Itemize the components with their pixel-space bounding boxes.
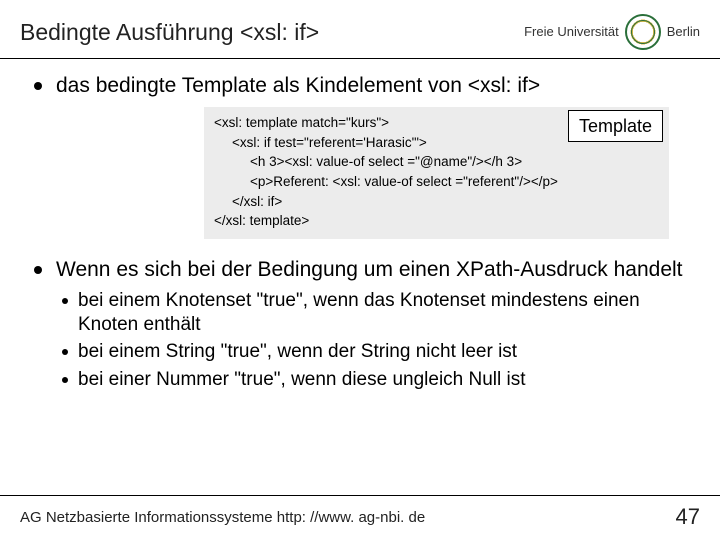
bullet-1-text: das bedingte Template als Kindelement vo… [56, 73, 540, 99]
sub-dot-icon [62, 349, 68, 355]
page-number: 47 [676, 504, 700, 530]
bullet-dot-icon [34, 82, 42, 90]
bullet-2: Wenn es sich bei der Bedingung um einen … [34, 257, 686, 283]
sub-bullet-3-text: bei einer Nummer "true", wenn diese ungl… [78, 368, 526, 392]
sub-bullet-2-text: bei einem String "true", wenn der String… [78, 340, 517, 364]
code-line: </xsl: template> [214, 211, 659, 231]
code-block: Template <xsl: template match="kurs"> <x… [204, 107, 669, 238]
bullet-dot-icon [34, 266, 42, 274]
sub-dot-icon [62, 377, 68, 383]
sub-dot-icon [62, 298, 68, 304]
seal-icon [625, 14, 661, 50]
code-line: <h 3><xsl: value-of select ="@name"/></h… [214, 152, 659, 172]
footer-text: AG Netzbasierte Informationssysteme http… [20, 509, 425, 526]
logo-text-2: Berlin [667, 25, 700, 39]
logo-text: Freie Universität [524, 25, 619, 39]
template-badge: Template [568, 110, 663, 142]
slide-footer: AG Netzbasierte Informationssysteme http… [0, 495, 720, 540]
logo-line1: Freie Universität [524, 25, 619, 39]
logo-line2: Berlin [667, 25, 700, 39]
slide-body: das bedingte Template als Kindelement vo… [0, 59, 720, 392]
sub-bullet-1: bei einem Knotenset "true", wenn das Kno… [62, 289, 686, 337]
bullet-2-text: Wenn es sich bei der Bedingung um einen … [56, 257, 683, 283]
sub-bullet-2: bei einem String "true", wenn der String… [62, 340, 686, 364]
code-line: </xsl: if> [214, 192, 659, 212]
sub-bullet-3: bei einer Nummer "true", wenn diese ungl… [62, 368, 686, 392]
slide-header: Bedingte Ausführung <xsl: if> Freie Univ… [0, 0, 720, 59]
code-line: <p>Referent: <xsl: value-of select ="ref… [214, 172, 659, 192]
bullet-1: das bedingte Template als Kindelement vo… [34, 73, 686, 99]
sub-bullet-list: bei einem Knotenset "true", wenn das Kno… [62, 289, 686, 392]
slide-title: Bedingte Ausführung <xsl: if> [20, 19, 319, 46]
university-logo: Freie Universität Berlin [524, 14, 700, 50]
sub-bullet-1-text: bei einem Knotenset "true", wenn das Kno… [78, 289, 686, 337]
